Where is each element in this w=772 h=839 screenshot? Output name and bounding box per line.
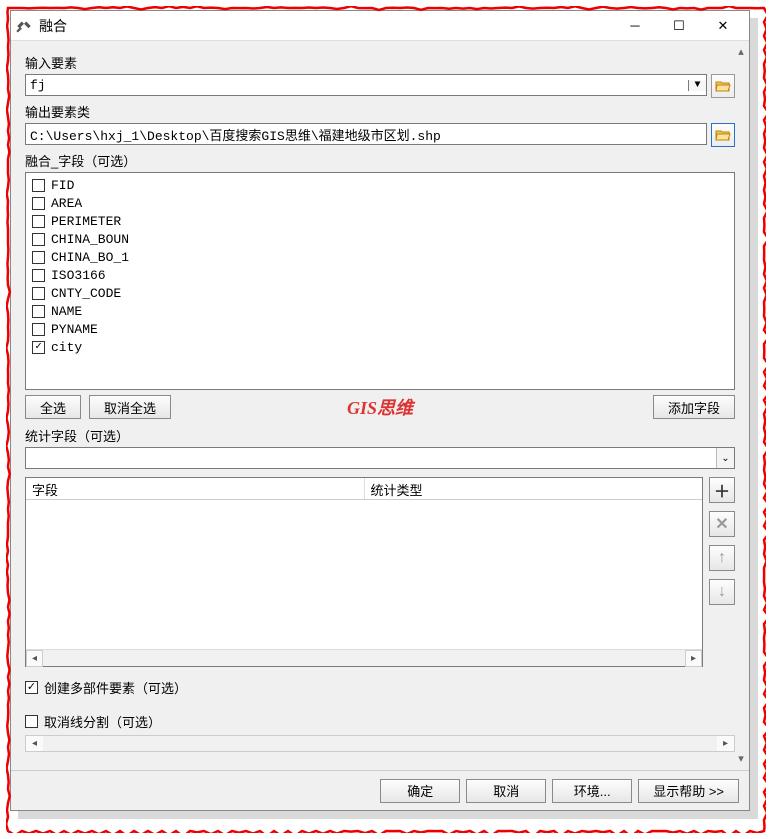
field-item-label: FID — [51, 178, 74, 193]
maximize-button[interactable]: ☐ — [657, 12, 701, 40]
stat-fields-label: 统计字段（可选） — [25, 426, 735, 445]
checkbox-icon[interactable] — [32, 251, 45, 264]
scroll-left-icon[interactable]: ◂ — [26, 650, 43, 667]
field-item-label: ISO3166 — [51, 268, 106, 283]
scroll-right-icon[interactable]: ▸ — [685, 650, 702, 667]
checkbox-icon[interactable] — [32, 323, 45, 336]
close-button[interactable]: ✕ — [701, 12, 745, 40]
field-item[interactable]: AREA — [32, 194, 728, 212]
move-down-button[interactable]: ↓ — [709, 579, 735, 605]
multipart-label: 创建多部件要素（可选） — [44, 678, 187, 697]
dialog-window: 融合 ─ ☐ ✕ ▴ ▾ 输入要素 fj ▼ 输出要素类 — [10, 10, 750, 811]
field-item-label: city — [51, 340, 82, 355]
scroll-right-icon[interactable]: ▸ — [717, 736, 734, 751]
field-item-label: CNTY_CODE — [51, 286, 121, 301]
unsplit-label: 取消线分割（可选） — [44, 712, 161, 731]
stat-fields-table[interactable]: 字段 统计类型 ◂ ▸ — [25, 477, 703, 667]
add-row-button[interactable]: ＋ — [709, 477, 735, 503]
panel-hscroll[interactable]: ◂ ▸ — [25, 735, 735, 752]
output-features-input[interactable]: C:\Users\hxj_1\Desktop\百度搜索GIS思维\福建地级市区划… — [25, 123, 707, 145]
output-features-label: 输出要素类 — [25, 102, 735, 121]
multipart-checkbox-row[interactable]: ✓ 创建多部件要素（可选） — [25, 677, 735, 697]
field-item-label: PERIMETER — [51, 214, 121, 229]
chevron-down-icon[interactable]: ⌄ — [716, 448, 734, 468]
field-item[interactable]: PERIMETER — [32, 212, 728, 230]
checkbox-icon[interactable] — [32, 233, 45, 246]
table-body — [26, 500, 702, 649]
environments-button[interactable]: 环境... — [552, 779, 632, 803]
move-up-button[interactable]: ↑ — [709, 545, 735, 571]
input-features-label: 输入要素 — [25, 53, 735, 72]
col-type: 统计类型 — [365, 478, 703, 499]
remove-row-button[interactable]: ✕ — [709, 511, 735, 537]
browse-input-button[interactable] — [711, 74, 735, 98]
watermark-text: GIS思维 — [347, 394, 413, 420]
dissolve-fields-label: 融合_字段（可选） — [25, 151, 735, 170]
field-item-label: CHINA_BO_1 — [51, 250, 129, 265]
ok-button[interactable]: 确定 — [380, 779, 460, 803]
cancel-button[interactable]: 取消 — [466, 779, 546, 803]
unsplit-checkbox-row[interactable]: 取消线分割（可选） — [25, 711, 735, 731]
field-item[interactable]: FID — [32, 176, 728, 194]
chevron-down-icon[interactable]: ▼ — [688, 80, 706, 91]
table-hscroll[interactable]: ◂ ▸ — [26, 649, 702, 666]
dissolve-fields-list[interactable]: FID AREA PERIMETER CHINA_BOUN CHINA_BO_1 ISO3… — [25, 172, 735, 390]
output-features-value: C:\Users\hxj_1\Desktop\百度搜索GIS思维\福建地级市区划… — [30, 125, 702, 144]
client-area: ▴ ▾ 输入要素 fj ▼ 输出要素类 C:\Users\hxj_1\Deskt… — [11, 41, 749, 770]
titlebar: 融合 ─ ☐ ✕ — [11, 11, 749, 41]
input-features-combo[interactable]: fj ▼ — [25, 74, 707, 96]
field-item[interactable]: NAME — [32, 302, 728, 320]
hammer-icon — [15, 17, 33, 35]
checkbox-icon[interactable] — [32, 269, 45, 282]
input-features-value: fj — [30, 78, 686, 93]
panel-vscroll[interactable]: ▴ ▾ — [735, 45, 747, 766]
checkbox-icon[interactable] — [32, 215, 45, 228]
show-help-button[interactable]: 显示帮助 >> — [638, 779, 739, 803]
field-item-label: CHINA_BOUN — [51, 232, 129, 247]
field-item-label: PYNAME — [51, 322, 98, 337]
browse-output-button[interactable] — [711, 123, 735, 147]
window-title: 融合 — [39, 16, 613, 36]
add-field-button[interactable]: 添加字段 — [653, 395, 735, 419]
folder-open-icon — [715, 128, 731, 142]
checkbox-icon[interactable]: ✓ — [25, 681, 38, 694]
checkbox-icon[interactable] — [32, 287, 45, 300]
stat-fields-combo[interactable]: ⌄ — [25, 447, 735, 469]
checkbox-icon[interactable]: ✓ — [32, 341, 45, 354]
table-header: 字段 统计类型 — [26, 478, 702, 500]
field-item[interactable]: CNTY_CODE — [32, 284, 728, 302]
folder-open-icon — [715, 79, 731, 93]
dialog-footer: 确定 取消 环境... 显示帮助 >> — [11, 770, 749, 810]
field-item[interactable]: CHINA_BOUN — [32, 230, 728, 248]
select-all-button[interactable]: 全选 — [25, 395, 81, 419]
checkbox-icon[interactable] — [32, 197, 45, 210]
minimize-button[interactable]: ─ — [613, 12, 657, 40]
col-field: 字段 — [26, 478, 365, 499]
field-item[interactable]: ✓ city — [32, 338, 728, 356]
checkbox-icon[interactable] — [32, 179, 45, 192]
field-item[interactable]: CHINA_BO_1 — [32, 248, 728, 266]
field-item-label: NAME — [51, 304, 82, 319]
checkbox-icon[interactable] — [25, 715, 38, 728]
scroll-left-icon[interactable]: ◂ — [26, 736, 43, 751]
checkbox-icon[interactable] — [32, 305, 45, 318]
field-item[interactable]: ISO3166 — [32, 266, 728, 284]
field-item-label: AREA — [51, 196, 82, 211]
unselect-all-button[interactable]: 取消全选 — [89, 395, 171, 419]
field-item[interactable]: PYNAME — [32, 320, 728, 338]
